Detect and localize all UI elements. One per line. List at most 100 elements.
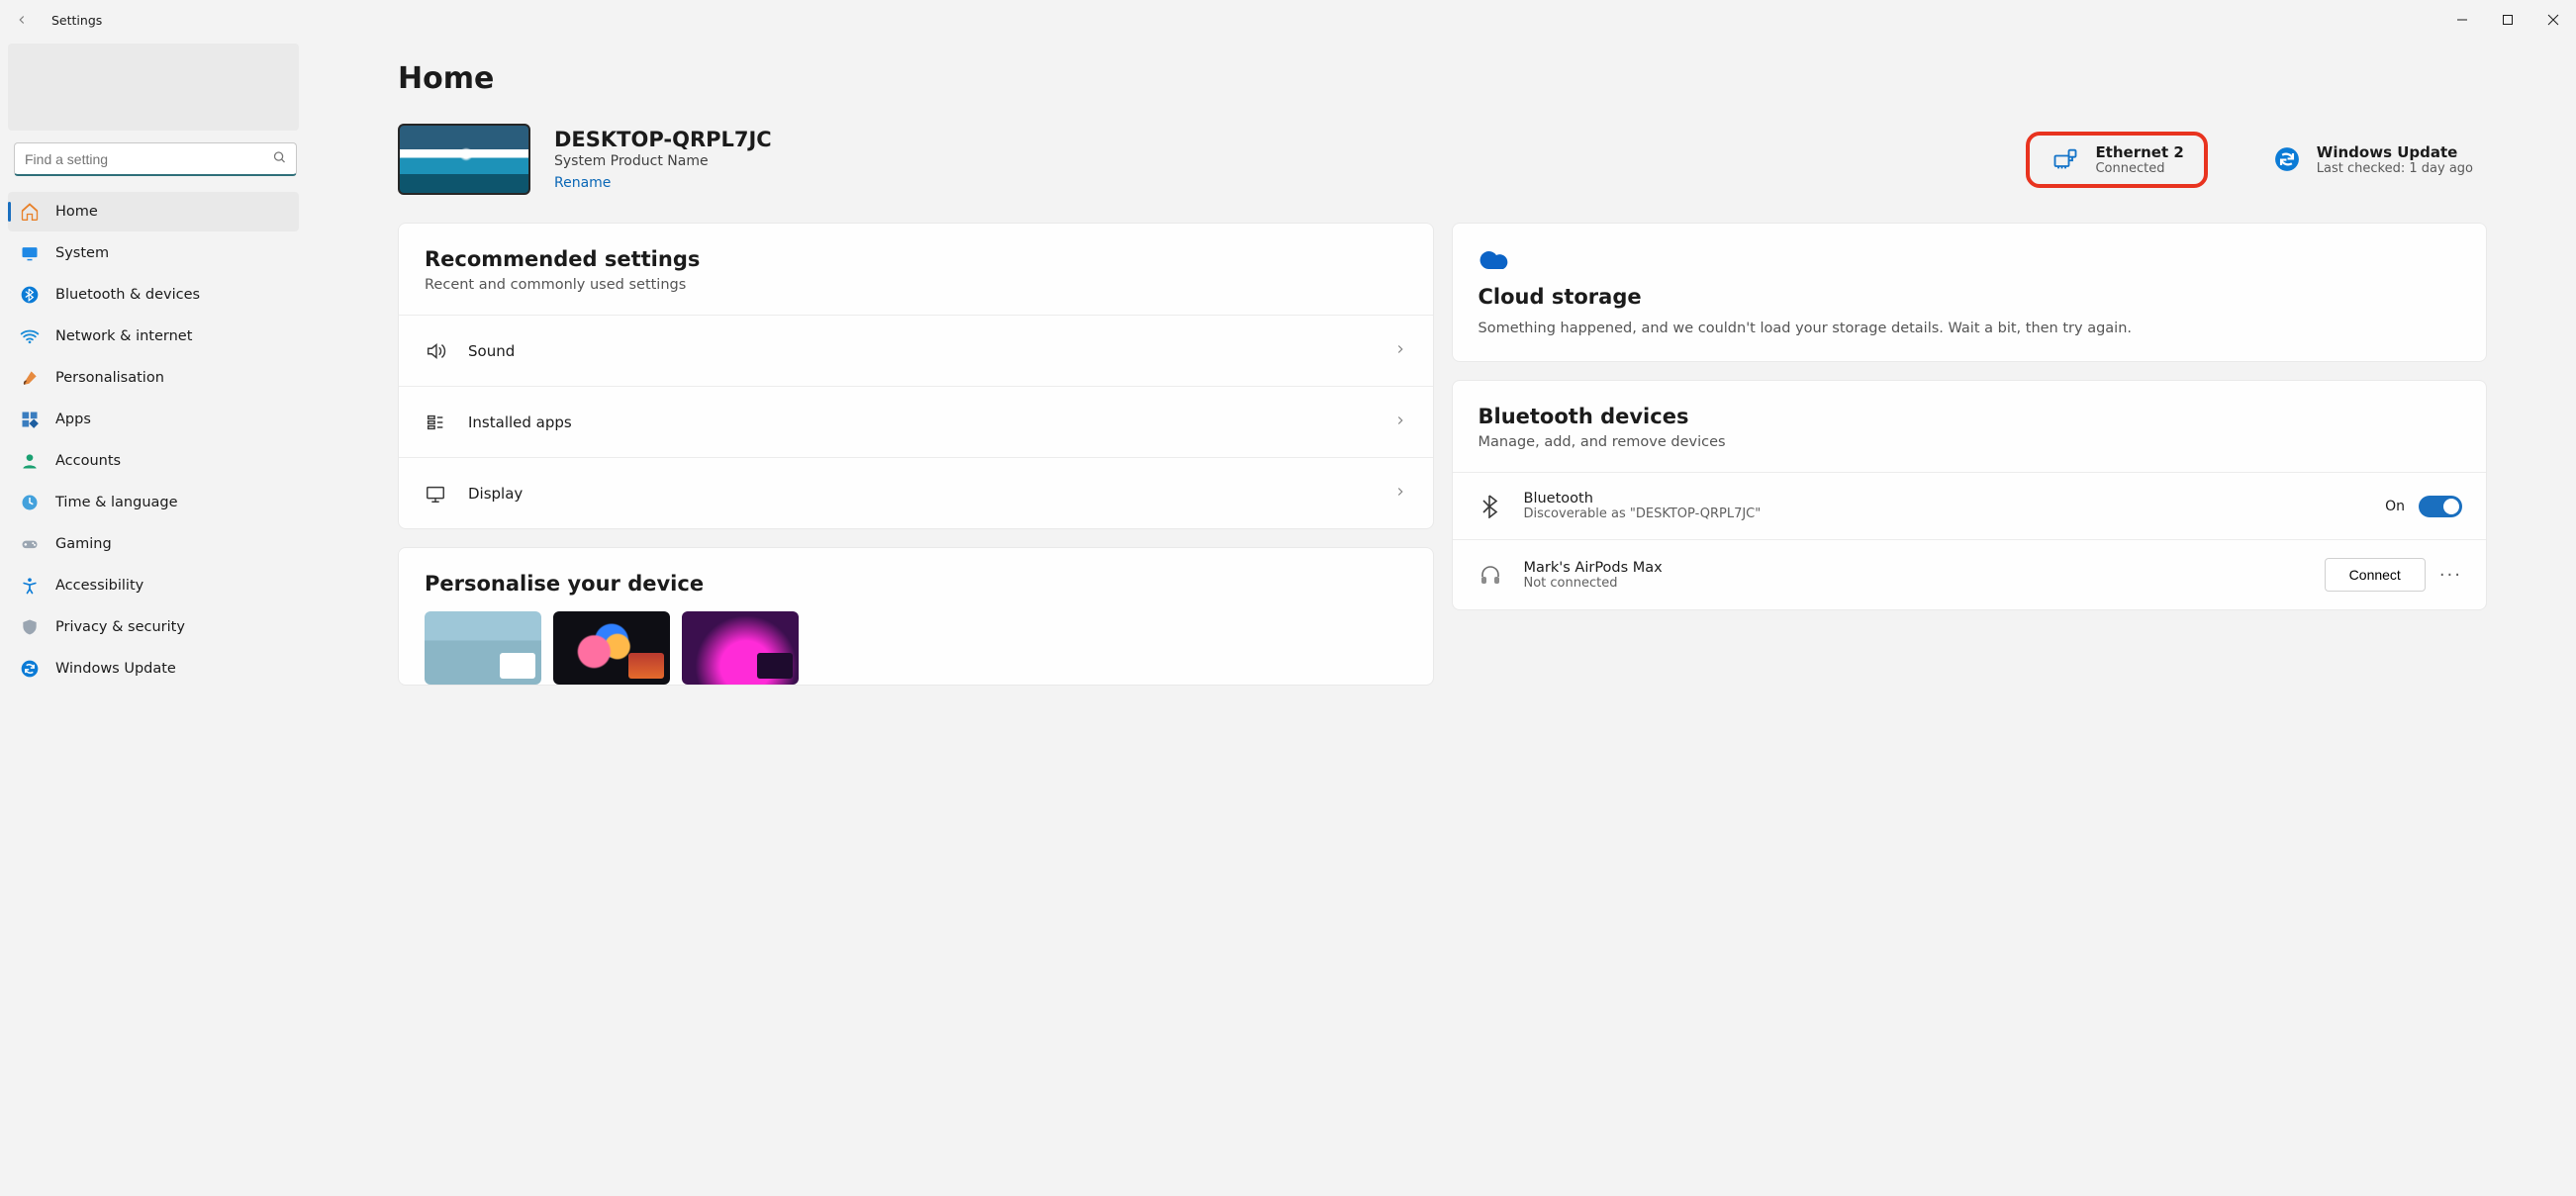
bt-device-more-icon[interactable]: ··· [2439, 565, 2462, 586]
cloud-icon [1479, 247, 2461, 275]
bt-subtitle: Manage, add, and remove devices [1479, 434, 2461, 450]
network-status: Connected [2095, 161, 2183, 176]
recommended-card: Recommended settings Recent and commonly… [398, 223, 1434, 529]
theme-grid [425, 611, 1407, 685]
bt-connect-button[interactable]: Connect [2325, 558, 2426, 592]
row-installed-apps[interactable]: Installed apps [399, 386, 1433, 457]
recommended-title: Recommended settings [425, 247, 1407, 271]
nav-label: Bluetooth & devices [55, 287, 200, 303]
apps-icon [20, 410, 40, 429]
nav-windows-update[interactable]: Windows Update [8, 649, 299, 689]
nav-accessibility[interactable]: Accessibility [8, 566, 299, 605]
nav-time-language[interactable]: Time & language [8, 483, 299, 522]
bt-title: Bluetooth devices [1479, 405, 2461, 428]
recommended-subtitle: Recent and commonly used settings [425, 277, 1407, 293]
nav-privacy[interactable]: Privacy & security [8, 607, 299, 647]
network-status-tile[interactable]: Ethernet 2 Connected [2036, 138, 2197, 182]
chevron-right-icon [1393, 342, 1407, 360]
personalise-card: Personalise your device [398, 547, 1434, 686]
chevron-right-icon [1393, 414, 1407, 431]
close-button[interactable] [2530, 0, 2576, 40]
sidebar: Home System Bluetooth & devices Network … [0, 40, 307, 1196]
nav-label: Gaming [55, 536, 112, 552]
device-name: DESKTOP-QRPL7JC [554, 128, 772, 151]
nav-label: System [55, 245, 109, 261]
installed-apps-icon [425, 412, 446, 433]
nav: Home System Bluetooth & devices Network … [8, 192, 303, 689]
cloud-card: Cloud storage Something happened, and we… [1452, 223, 2488, 362]
desktop-preview [398, 124, 530, 195]
row-display[interactable]: Display [399, 457, 1433, 528]
row-label: Sound [468, 342, 515, 360]
row-label: Installed apps [468, 414, 572, 431]
update-status-tile[interactable]: Windows Update Last checked: 1 day ago [2257, 138, 2487, 182]
update-status: Last checked: 1 day ago [2317, 161, 2473, 176]
home-icon [20, 202, 40, 222]
brush-icon [20, 368, 40, 388]
globe-clock-icon [20, 493, 40, 512]
nav-label: Home [55, 204, 98, 220]
nav-accounts[interactable]: Accounts [8, 441, 299, 481]
main: Home DESKTOP-QRPL7JC System Product Name… [307, 40, 2576, 1196]
nav-apps[interactable]: Apps [8, 400, 299, 439]
rename-link[interactable]: Rename [554, 175, 611, 191]
personalise-title: Personalise your device [425, 572, 1407, 596]
search-icon [272, 150, 287, 169]
account-card[interactable] [8, 44, 299, 131]
nav-label: Accessibility [55, 578, 143, 594]
device-product: System Product Name [554, 153, 772, 169]
nav-label: Windows Update [55, 661, 176, 677]
bluetooth-card: Bluetooth devices Manage, add, and remov… [1452, 380, 2488, 610]
display-icon [425, 483, 446, 505]
sound-icon [425, 340, 446, 362]
nav-home[interactable]: Home [8, 192, 299, 231]
nav-personalisation[interactable]: Personalisation [8, 358, 299, 398]
nav-label: Personalisation [55, 370, 164, 386]
bt-toggle-sub: Discoverable as "DESKTOP-QRPL7JC" [1524, 506, 1762, 521]
bt-device-name: Mark's AirPods Max [1524, 560, 1663, 576]
row-sound[interactable]: Sound [399, 315, 1433, 386]
minimize-button[interactable] [2439, 0, 2485, 40]
update-title: Windows Update [2317, 143, 2473, 161]
gamepad-icon [20, 534, 40, 554]
window-title: Settings [51, 13, 102, 28]
hero: DESKTOP-QRPL7JC System Product Name Rena… [398, 124, 2487, 195]
update-icon [20, 659, 40, 679]
wifi-icon [20, 326, 40, 346]
nav-network[interactable]: Network & internet [8, 317, 299, 356]
bluetooth-glyph-icon [1477, 493, 1504, 520]
cloud-body: Something happened, and we couldn't load… [1479, 319, 2461, 339]
nav-label: Time & language [55, 495, 178, 510]
theme-option-2[interactable] [553, 611, 670, 685]
ethernet-icon [2050, 143, 2081, 175]
bt-toggle-label: Bluetooth [1524, 491, 1762, 506]
cloud-title: Cloud storage [1479, 285, 2461, 309]
bt-device-row: Mark's AirPods Max Not connected Connect… [1453, 539, 2487, 609]
shield-icon [20, 617, 40, 637]
nav-system[interactable]: System [8, 233, 299, 273]
bt-toggle-row: Bluetooth Discoverable as "DESKTOP-QRPL7… [1453, 472, 2487, 539]
nav-label: Apps [55, 412, 91, 427]
nav-label: Accounts [55, 453, 121, 469]
back-button[interactable] [14, 12, 30, 28]
chevron-right-icon [1393, 485, 1407, 503]
nav-gaming[interactable]: Gaming [8, 524, 299, 564]
bt-toggle[interactable] [2419, 496, 2462, 517]
theme-option-1[interactable] [425, 611, 541, 685]
nav-label: Network & internet [55, 328, 192, 344]
network-title: Ethernet 2 [2095, 143, 2183, 161]
nav-bluetooth[interactable]: Bluetooth & devices [8, 275, 299, 315]
page-title: Home [398, 61, 2487, 96]
search-input[interactable] [14, 142, 297, 176]
bt-toggle-state: On [2385, 499, 2405, 514]
maximize-button[interactable] [2485, 0, 2530, 40]
bt-device-status: Not connected [1524, 576, 1663, 591]
theme-option-3[interactable] [682, 611, 799, 685]
hero-right: Ethernet 2 Connected Windows Update Last… [2036, 138, 2487, 182]
headphones-icon [1477, 561, 1504, 589]
system-icon [20, 243, 40, 263]
device-block: DESKTOP-QRPL7JC System Product Name Rena… [554, 128, 772, 191]
accessibility-icon [20, 576, 40, 596]
window-controls [2439, 0, 2576, 40]
person-icon [20, 451, 40, 471]
